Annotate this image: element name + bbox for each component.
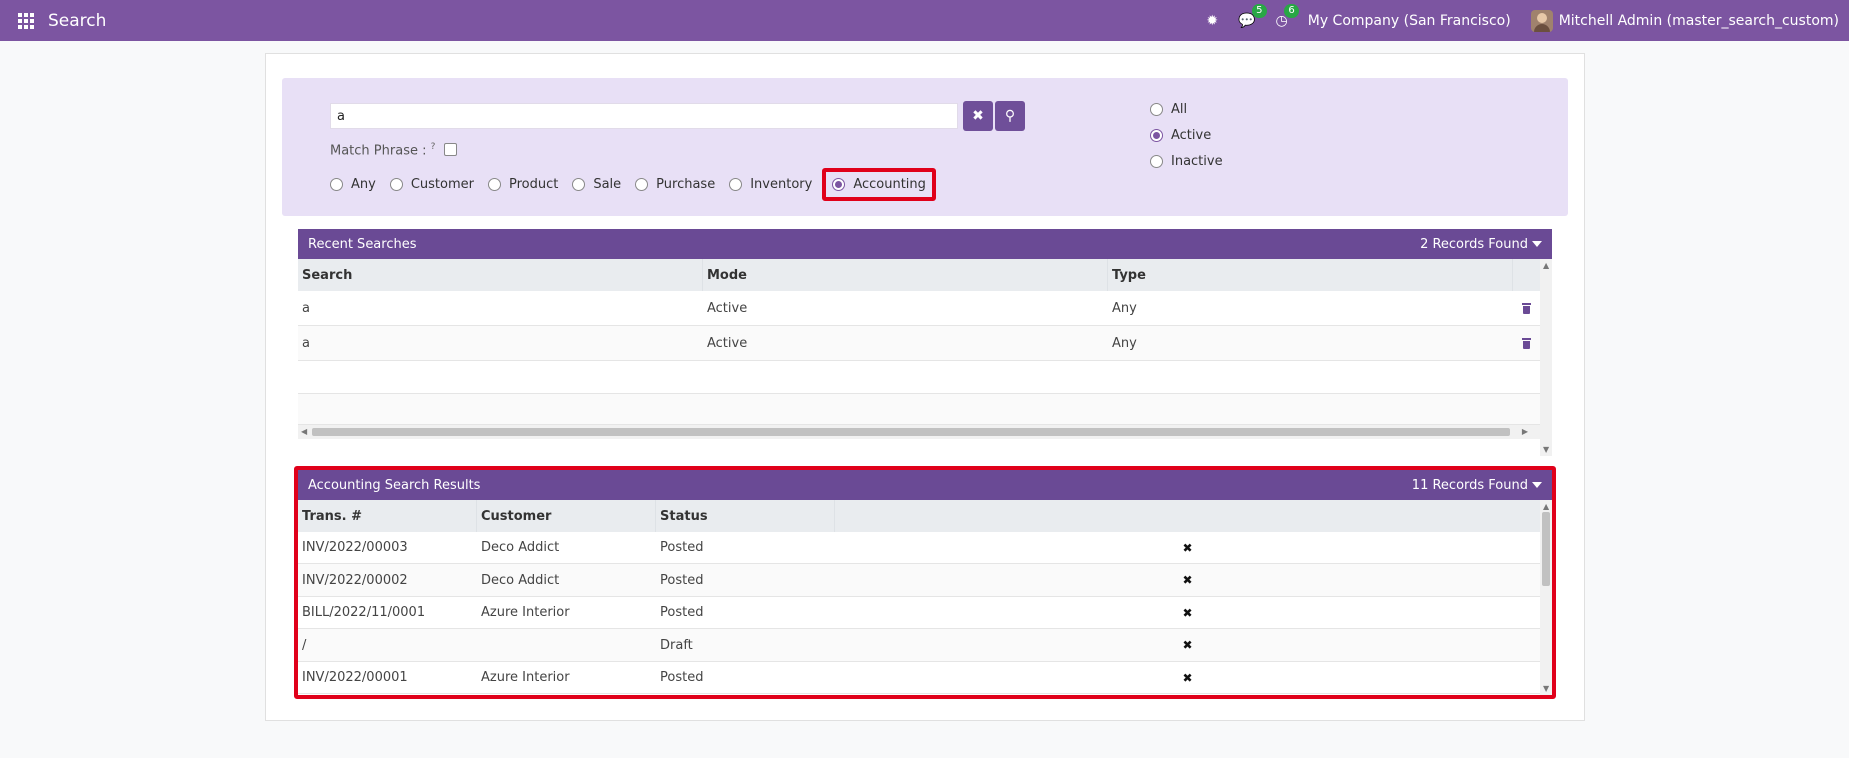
help-tooltip-icon[interactable]: ? (431, 142, 436, 152)
avatar[interactable] (1530, 9, 1553, 32)
mode-option-purchase[interactable]: Purchase (635, 177, 715, 192)
table-row[interactable]: / Draft ✖ (298, 629, 1540, 662)
vertical-scrollbar[interactable]: ▲ ▼ (1540, 259, 1552, 456)
mode-option-customer[interactable]: Customer (389, 177, 474, 192)
close-icon: ✖ (1182, 540, 1193, 555)
trash-icon[interactable] (1522, 302, 1531, 314)
scroll-down-icon[interactable]: ▼ (1543, 445, 1549, 454)
search-panel: ✖ ⚲ Match Phrase : ? Any Customer Produc… (282, 78, 1568, 216)
company-switcher[interactable]: My Company (San Francisco) (1308, 13, 1511, 29)
table-row[interactable]: a Active Any (298, 291, 1540, 326)
apps-grid-icon[interactable] (18, 12, 34, 29)
close-icon: ✖ (1182, 573, 1193, 587)
table-header: Trans. # Customer Status (298, 500, 1540, 532)
chat-icon[interactable]: 💬 5 (1238, 3, 1267, 29)
records-count-toggle[interactable]: 2 Records Found (1420, 237, 1542, 252)
column-header[interactable]: Trans. # (298, 500, 477, 532)
clear-button[interactable]: ✖ (963, 101, 993, 131)
table-row[interactable]: INV/2022/00003 Deco Addict Posted ✖ (298, 532, 1540, 564)
scroll-left-icon[interactable]: ◀ (301, 427, 307, 436)
records-count-toggle[interactable]: 11 Records Found (1412, 478, 1542, 493)
caret-down-icon (1532, 482, 1542, 488)
user-menu[interactable]: Mitchell Admin (master_search_custom) (1559, 13, 1839, 29)
radio-button[interactable] (1150, 103, 1163, 116)
column-header[interactable]: Mode (703, 259, 1108, 291)
column-header[interactable]: Customer (477, 500, 656, 532)
activity-clock-icon[interactable]: ◷ 6 (1276, 3, 1299, 29)
scroll-down-icon[interactable]: ▼ (1543, 684, 1549, 693)
close-icon: ✖ (1182, 638, 1193, 652)
section-title: Accounting Search Results (308, 477, 481, 493)
scrollbar-thumb[interactable] (312, 428, 1510, 436)
main-sheet: ✖ ⚲ Match Phrase : ? Any Customer Produc… (265, 53, 1585, 721)
recent-searches-table: Search Mode Type a Active Any a Active A… (298, 259, 1552, 456)
mode-option-product[interactable]: Product (487, 177, 558, 192)
status-option-active[interactable]: Active (1150, 128, 1223, 143)
accounting-results-section: Accounting Search Results 11 Records Fou… (294, 466, 1556, 699)
app-title: Search (48, 10, 107, 31)
caret-down-icon (1532, 241, 1542, 247)
scroll-up-icon[interactable]: ▲ (1543, 502, 1549, 511)
trash-icon[interactable] (1522, 337, 1531, 349)
radio-button[interactable] (1150, 155, 1163, 168)
empty-row (298, 361, 1540, 394)
mode-option-inventory[interactable]: Inventory (729, 177, 812, 192)
activity-badge: 6 (1284, 3, 1299, 18)
close-icon: ✖ (1182, 605, 1193, 620)
table-header: Search Mode Type (298, 259, 1540, 291)
vertical-scrollbar[interactable]: ▲ ▼ (1540, 500, 1552, 695)
table-row[interactable]: INV/2022/00002 Deco Addict Posted ✖ (298, 564, 1540, 597)
mode-option-accounting[interactable]: Accounting (822, 168, 936, 201)
radio-button[interactable] (487, 178, 501, 191)
chat-badge: 5 (1252, 3, 1267, 18)
match-phrase-checkbox[interactable] (444, 143, 457, 156)
column-header[interactable]: Type (1108, 259, 1513, 291)
table-row[interactable]: BILL/2022/11/0001 Azure Interior Posted … (298, 597, 1540, 629)
recent-searches-header: Recent Searches 2 Records Found (298, 229, 1552, 259)
accounting-results-table: Trans. # Customer Status INV/2022/00003 … (298, 500, 1552, 695)
status-option-all[interactable]: All (1150, 102, 1223, 117)
search-icon: ⚲ (1004, 108, 1016, 124)
radio-button[interactable] (729, 178, 743, 191)
radio-button-checked[interactable] (832, 178, 846, 191)
recent-searches-section: Recent Searches 2 Records Found Search M… (298, 229, 1552, 456)
scroll-up-icon[interactable]: ▲ (1543, 261, 1549, 270)
radio-button-checked[interactable] (1150, 129, 1163, 142)
top-navbar: Search ✹ 💬 5 ◷ 6 My Company (San Francisco… (0, 0, 1849, 41)
match-phrase-label: Match Phrase : ? (330, 142, 436, 159)
radio-button[interactable] (635, 178, 649, 191)
close-icon: ✖ (1182, 670, 1193, 685)
table-row[interactable]: a Active Any (298, 326, 1540, 361)
close-icon: ✖ (972, 108, 984, 124)
mode-option-sale[interactable]: Sale (572, 177, 621, 192)
empty-row (298, 394, 1540, 425)
status-radio-group: All Active Inactive (1150, 102, 1237, 180)
mode-option-any[interactable]: Any (330, 177, 376, 192)
horizontal-scrollbar[interactable]: ◀ ▶ (298, 425, 1540, 439)
column-header[interactable]: Search (298, 259, 703, 291)
accounting-results-header: Accounting Search Results 11 Records Fou… (298, 470, 1552, 500)
radio-button[interactable] (330, 178, 343, 191)
bug-icon[interactable]: ✹ (1206, 13, 1218, 29)
radio-button[interactable] (572, 178, 586, 191)
status-option-inactive[interactable]: Inactive (1150, 154, 1223, 169)
search-mode-radio-group: Any Customer Product Sale Purchase Inven… (330, 168, 950, 201)
table-row[interactable]: INV/2022/00001 Azure Interior Posted ✖ (298, 662, 1540, 694)
search-button[interactable]: ⚲ (995, 101, 1025, 131)
search-input[interactable] (330, 103, 958, 129)
column-header[interactable]: Status (656, 500, 835, 532)
scroll-right-icon[interactable]: ▶ (1522, 427, 1528, 436)
radio-button[interactable] (389, 178, 403, 191)
scrollbar-thumb[interactable] (1542, 512, 1550, 586)
section-title: Recent Searches (308, 236, 417, 252)
